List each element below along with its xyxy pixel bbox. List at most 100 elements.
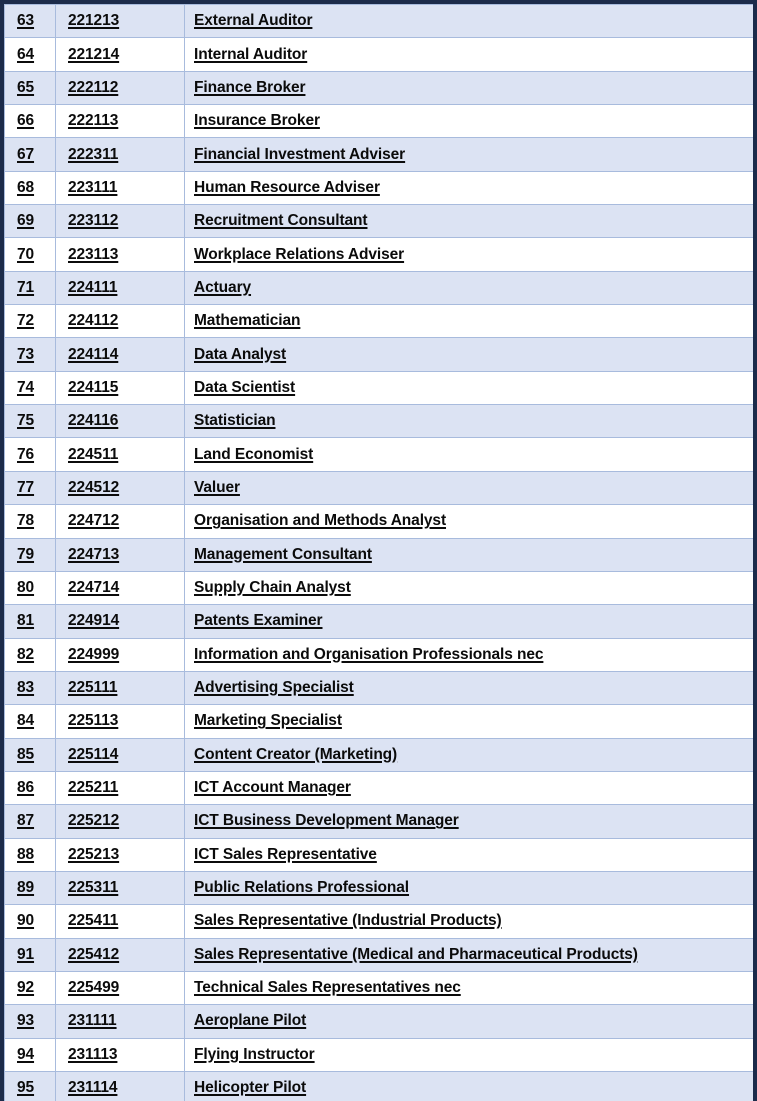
occupation-code-cell-text: 225412 [68,945,120,963]
row-index-cell: 78 [4,504,56,539]
occupation-name-cell-text: Insurance Broker [194,112,320,130]
occupation-name-cell: Data Scientist [184,370,753,406]
occupation-code-cell-text: 224512 [68,478,120,496]
occupation-name-cell: Statistician [184,404,753,439]
table-row: 95 231114 Helicopter Pilot [4,1070,753,1101]
occupation-name-cell-text: Public Relations Professional [194,879,410,897]
row-index-cell-text: 66 [17,112,35,130]
row-index-cell-text: 93 [17,1012,35,1030]
row-index-cell-text: 92 [17,979,35,997]
occupation-code-cell: 221214 [55,37,185,72]
occupation-code-cell: 225114 [55,737,185,772]
occupation-name-cell: Organisation and Methods Analyst [184,504,753,539]
table-row: 76 224511 Land Economist [4,437,753,472]
row-index-cell: 92 [4,970,56,1006]
occupation-code-cell: 231114 [55,1070,185,1101]
row-index-cell-text: 73 [17,345,35,363]
occupation-code-cell-text: 225113 [68,712,119,730]
table-row: 70 223113 Workplace Relations Adviser [4,237,753,272]
occupation-name-cell-text: Marketing Specialist [194,712,342,730]
occupation-table: 63 221213 External Auditor 64 221214 Internal… [4,4,753,1101]
row-index-cell: 82 [4,637,56,672]
occupation-code-cell: 224114 [55,337,185,372]
row-index-cell: 94 [4,1037,56,1073]
occupation-name-cell-text: Actuary [194,278,252,296]
occupation-code-cell: 225311 [55,870,185,906]
occupation-code-cell-text: 221213 [68,12,120,30]
table-row: 92 225499 Technical Sales Representatives … [4,970,753,1006]
row-index-cell-text: 65 [17,78,35,96]
occupation-code-cell-text: 225212 [68,812,120,830]
row-index-cell-text: 95 [17,1079,35,1097]
table-row: 93 231111 Aeroplane Pilot [4,1004,753,1039]
occupation-code-cell-text: 224712 [68,512,120,530]
occupation-code-cell: 224714 [55,570,185,606]
table-row: 73 224114 Data Analyst [4,337,753,372]
occupation-name-cell-text: External Auditor [194,12,313,30]
table-row: 94 231113 Flying Instructor [4,1037,753,1073]
occupation-code-cell: 224112 [55,304,185,339]
row-index-cell-text: 80 [17,579,35,597]
row-index-cell-text: 89 [17,879,35,897]
occupation-name-cell-text: Data Scientist [194,378,296,396]
occupation-code-cell-text: 224914 [68,612,120,630]
row-index-cell: 86 [4,770,56,806]
occupation-code-cell: 224713 [55,537,185,572]
row-index-cell: 88 [4,837,56,872]
row-index-cell-text: 83 [17,679,35,697]
row-index-cell-text: 76 [17,445,35,463]
occupation-code-cell-text: 225213 [68,845,120,863]
row-index-cell-text: 79 [17,545,35,563]
occupation-name-cell: Information and Organisation Professiona… [184,637,753,672]
occupation-name-cell: Public Relations Professional [184,870,753,906]
occupation-name-cell: Management Consultant [184,537,753,572]
row-index-cell-text: 84 [17,712,35,730]
row-index-cell: 89 [4,870,56,906]
occupation-name-cell: Actuary [184,270,753,306]
row-index-cell: 95 [4,1070,56,1101]
occupation-code-cell-text: 224714 [68,579,120,597]
occupation-code-cell: 224712 [55,504,185,539]
table-row: 84 225113 Marketing Specialist [4,704,753,739]
occupation-name-cell-text: Human Resource Adviser [194,178,380,196]
occupation-name-cell-text: Patents Examiner [194,612,323,630]
occupation-name-cell: ICT Sales Representative [184,837,753,872]
occupation-name-cell: Workplace Relations Adviser [184,237,753,272]
row-index-cell: 77 [4,470,56,506]
occupation-name-cell: Sales Representative (Industrial Product… [184,904,753,939]
row-index-cell-text: 88 [17,845,35,863]
occupation-name-cell: Finance Broker [184,70,753,106]
occupation-code-cell: 223113 [55,237,185,272]
occupation-name-cell: ICT Account Manager [184,770,753,806]
occupation-name-cell-text: Technical Sales Representatives nec [194,979,461,997]
occupation-name-cell-text: Management Consultant [194,545,372,563]
occupation-name-cell-text: Mathematician [194,312,301,330]
occupation-name-cell: Advertising Specialist [184,670,753,706]
occupation-code-cell: 225212 [55,804,185,839]
occupation-code-cell: 225411 [55,904,185,939]
row-index-cell: 74 [4,370,56,406]
occupation-name-cell: Supply Chain Analyst [184,570,753,606]
row-index-cell: 73 [4,337,56,372]
occupation-code-cell-text: 224112 [68,312,119,330]
occupation-name-cell-text: Recruitment Consultant [194,212,368,230]
row-index-cell: 81 [4,604,56,639]
occupation-code-cell: 223112 [55,204,185,239]
row-index-cell: 64 [4,37,56,72]
occupation-name-cell-text: Supply Chain Analyst [194,579,351,597]
row-index-cell: 85 [4,737,56,772]
occupation-name-cell: Sales Representative (Medical and Pharma… [184,937,753,972]
occupation-code-cell: 222311 [55,137,185,172]
occupation-name-cell-text: Advertising Specialist [194,679,354,697]
occupation-name-cell: Technical Sales Representatives nec [184,970,753,1006]
occupation-name-cell: Financial Investment Adviser [184,137,753,172]
occupation-name-cell: Land Economist [184,437,753,472]
row-index-cell-text: 70 [17,245,35,263]
occupation-name-cell: Flying Instructor [184,1037,753,1073]
occupation-code-cell: 224115 [55,370,185,406]
occupation-code-cell: 224116 [55,404,185,439]
row-index-cell: 65 [4,70,56,106]
row-index-cell-text: 87 [17,812,35,830]
row-index-cell-text: 94 [17,1045,35,1063]
occupation-name-cell: Valuer [184,470,753,506]
